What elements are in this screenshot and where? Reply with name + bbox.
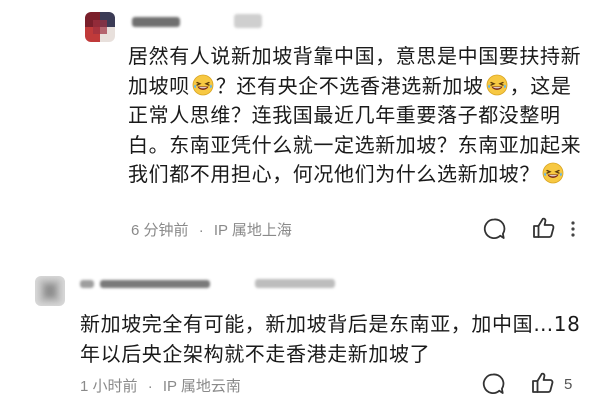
avatar-image [85,12,115,42]
meta-separator: · [198,222,204,239]
comment-text: 居然有人说新加坡背靠中国，意思是中国要扶持新加坡呗 ？还有央企不选香港选新加坡 ，这… [128,42,590,190]
avatar[interactable] [85,12,115,42]
username-redacted[interactable] [80,280,94,288]
more-dots-icon [571,221,575,237]
meta-separator: · [147,378,153,395]
rofl-emoji-icon [486,74,508,96]
ip-location: IP 属地上海 [213,222,292,239]
like-button[interactable] [531,215,557,245]
comment-divider [0,254,600,262]
comment-time: 6 分钟前 [131,222,189,239]
comment-meta: 1 小时前 · IP 属地云南 [80,375,241,396]
more-options-button[interactable] [568,219,578,243]
username-redacted[interactable] [100,280,210,288]
rofl-emoji-icon [542,162,564,184]
comment-meta: 6 分钟前 · IP 属地上海 [131,219,292,240]
comment-time: 1 小时前 [80,378,138,395]
ip-location: IP 属地云南 [162,378,241,395]
username-redacted[interactable] [132,17,180,27]
like-count: 5 [564,376,573,393]
comment-bubble-icon [482,373,505,394]
reply-button[interactable] [481,216,507,246]
comment-bubble-icon [483,218,506,239]
thumbs-up-icon [532,372,554,393]
reply-button[interactable] [480,371,506,401]
comment-text: 新加坡完全有可能，新加坡背后是东南亚，加中国…18年以后央企架构就不走香港走新加… [80,309,592,369]
username-redacted-suffix [255,279,335,288]
rofl-emoji-icon [192,74,214,96]
comment-text-segment: 新加坡完全有可能，新加坡背后是东南亚，加中国…18年以后央企架构就不走香港走新加… [80,312,581,366]
like-button[interactable] [530,370,556,400]
avatar[interactable] [35,276,65,306]
thumbs-up-icon [533,217,555,238]
comment-text-segment: ？还有央企不选香港选新加坡 [215,73,484,98]
username-redacted-suffix [234,14,262,28]
